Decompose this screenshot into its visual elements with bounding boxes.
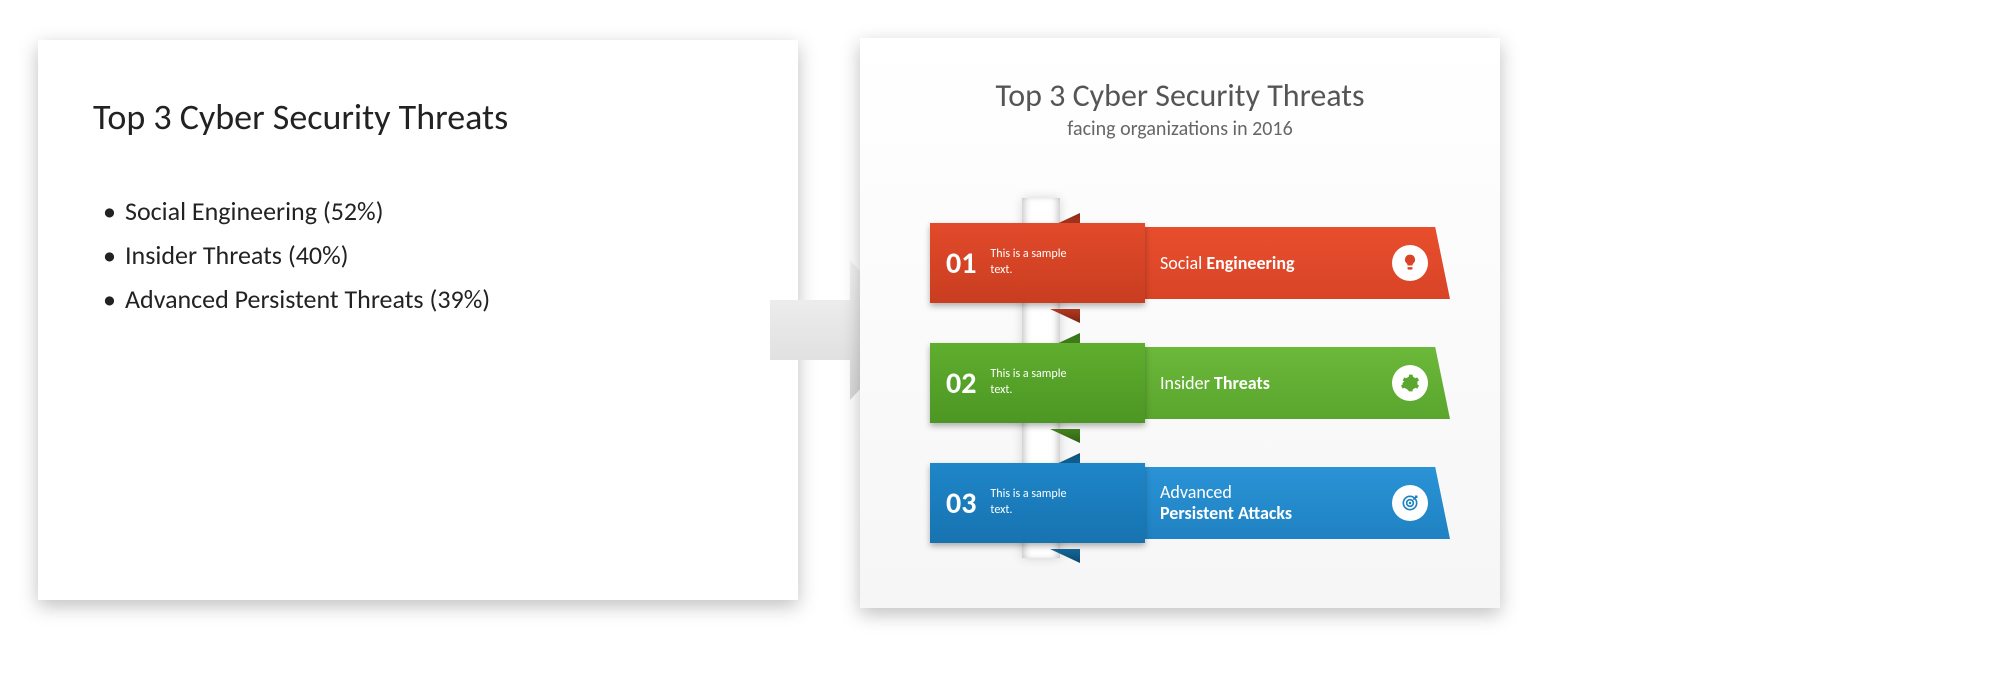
gear-icon	[1392, 365, 1428, 401]
ribbon-label: AdvancedPersistent Attacks	[1160, 482, 1292, 523]
ribbon-row-2: 02 This is a sample text. Insider Threat…	[930, 343, 1450, 433]
ribbon-label: Social Engineering	[1160, 253, 1295, 274]
ribbon-number: 02	[946, 365, 976, 402]
slide-after-title: Top 3 Cyber Security Threats	[860, 38, 1500, 115]
ribbon-sample-text: This is a sample text.	[990, 247, 1090, 278]
comparison-canvas: Top 3 Cyber Security Threats Social Engi…	[0, 0, 2000, 684]
ribbon-tab: 02 This is a sample text.	[930, 343, 1145, 423]
bullet-item: Insider Threats (40%)	[103, 233, 743, 277]
bullet-item: Social Engineering (52%)	[103, 189, 743, 233]
ribbon-list: 01 This is a sample text. Social Enginee…	[930, 198, 1450, 578]
ribbon-row-3: 03 This is a sample text. AdvancedPersis…	[930, 463, 1450, 553]
ribbon-tab: 03 This is a sample text.	[930, 463, 1145, 543]
ribbon-tab: 01 This is a sample text.	[930, 223, 1145, 303]
slide-before-title: Top 3 Cyber Security Threats	[93, 95, 743, 139]
ribbon-row-1: 01 This is a sample text. Social Enginee…	[930, 223, 1450, 313]
ribbon-sample-text: This is a sample text.	[990, 367, 1090, 398]
slide-after-subtitle: facing organizations in 2016	[860, 117, 1500, 141]
ribbon-sample-text: This is a sample text.	[990, 487, 1090, 518]
bulb-icon	[1392, 245, 1428, 281]
ribbon-number: 01	[946, 245, 976, 282]
ribbon-number: 03	[946, 485, 976, 522]
target-icon	[1392, 485, 1428, 521]
bullet-item: Advanced Persistent Threats (39%)	[103, 277, 743, 321]
ribbon-label: Insider Threats	[1160, 373, 1270, 394]
slide-before-bullets: Social Engineering (52%) Insider Threats…	[93, 189, 743, 322]
slide-before: Top 3 Cyber Security Threats Social Engi…	[38, 40, 798, 600]
slide-after: Top 3 Cyber Security Threats facing orga…	[860, 38, 1500, 608]
